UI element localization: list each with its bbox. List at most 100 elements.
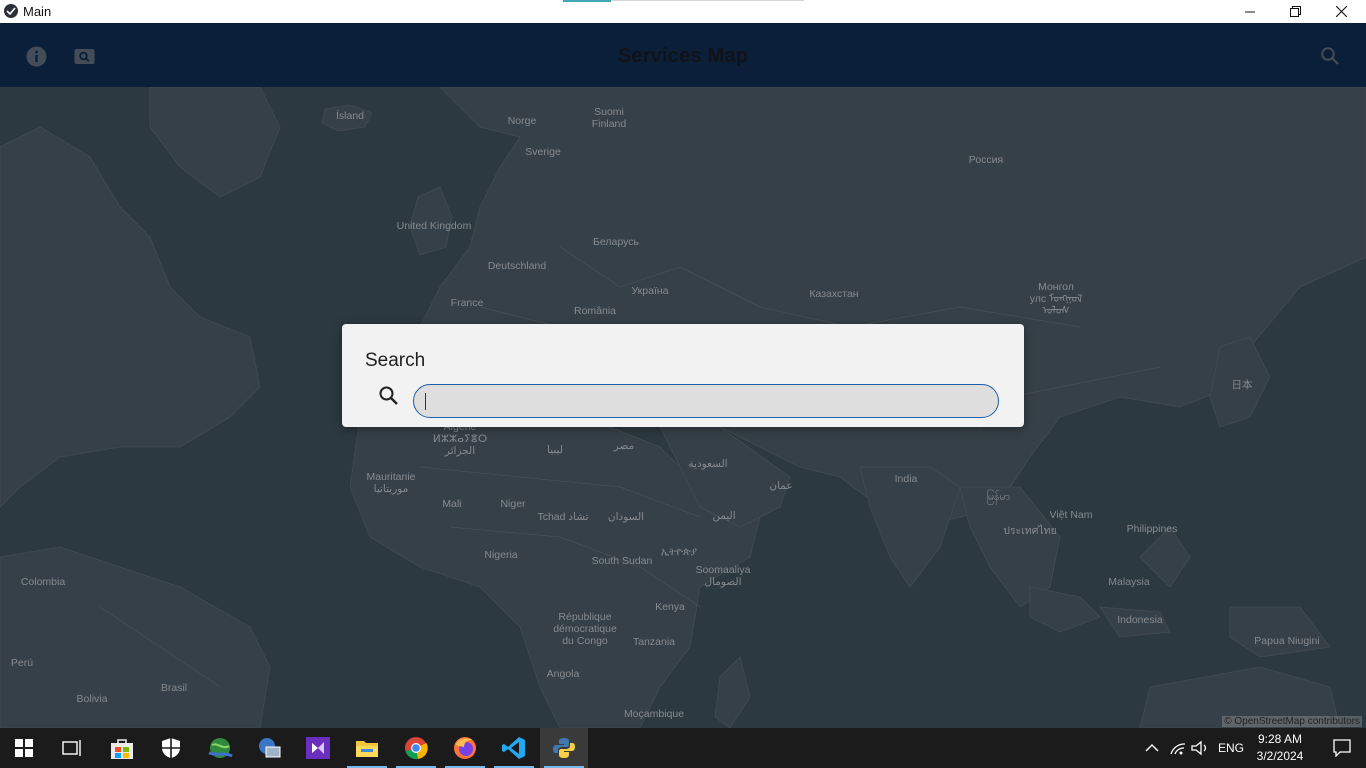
taskbar-store[interactable] [98,728,146,768]
map-label: Sverige [525,146,561,158]
map-label: India [894,473,918,485]
search-button[interactable] [1319,45,1341,67]
microsoft-store-icon [111,739,133,759]
minimize-button[interactable] [1227,0,1273,23]
chrome-icon [405,737,428,760]
map-label: السودان [607,511,645,523]
dialog-title: Search [365,350,426,371]
firefox-icon [454,737,476,759]
vscode-icon [502,737,525,759]
map-label: Perú [10,657,34,669]
python-icon [553,738,575,758]
task-view-button[interactable] [48,728,96,768]
taskbar-network-app[interactable] [196,728,244,768]
map-label: Philippines [1126,523,1178,535]
map-label: Беларусь [593,236,639,248]
map-label: Mali [442,498,462,510]
search-input[interactable] [424,385,988,418]
language-indicator[interactable]: ENG [1218,741,1244,755]
globe-icon [208,738,233,758]
map-label: Ísland [335,110,365,122]
taskbar-security[interactable] [147,728,195,768]
title-accent-line [563,0,611,2]
folder-icon [356,741,378,757]
speaker-icon [1191,740,1207,756]
map-label: South Sudan [591,555,653,567]
map-label: Казахстан [809,288,859,300]
map-label: Angola [546,668,580,680]
map-attribution[interactable]: © OpenStreetMap contributors [1222,716,1362,727]
action-center-button[interactable] [1318,728,1366,768]
taskbar-remote-desktop[interactable] [245,728,293,768]
map-label: Soomaaliya الصومال [695,564,751,588]
map-label: Kenya [655,601,685,613]
restore-button[interactable] [1272,0,1318,23]
map-label: Brasil [160,682,188,694]
map-label: Deutschland [487,260,547,272]
map-label: Malaysia [1108,576,1150,588]
map-label: مصر [613,440,635,452]
map-label: Suomi Finland [591,106,627,130]
search-field[interactable] [413,384,999,418]
map-label: Россия [968,154,1004,166]
network-tray-button[interactable] [1166,728,1190,768]
map-label: ประเทศไทย [1003,525,1057,537]
search-dialog: Search [342,324,1024,427]
map-label: Indonesia [1117,614,1163,626]
taskbar-python[interactable] [540,728,588,768]
map-label: United Kingdom [396,220,472,232]
clock-time[interactable]: 9:28 AM [1250,732,1310,746]
map-label: عمان [769,480,793,492]
clock-date[interactable]: 3/2/2024 [1250,749,1310,763]
taskbar-file-explorer[interactable] [343,728,391,768]
taskbar-visual-studio[interactable] [294,728,342,768]
map-label: Bolivia [76,693,108,705]
map-label: Tanzania [632,636,676,648]
map-label: România [573,305,617,317]
map-label: မြန်မာ [986,491,1010,503]
map-label: ليبيا [547,444,563,456]
map-label: Việt Nam [1049,509,1093,521]
map-label: 日本 [1231,379,1253,391]
map-label: France [450,297,484,309]
map-label: Mauritanie موريتانيا [366,471,416,495]
notification-icon [1333,739,1351,757]
visual-studio-icon [306,737,330,759]
map-label: Papua Niugini [1254,635,1320,647]
close-icon [1335,6,1347,17]
window-title: Main [23,4,52,19]
map-label: ኢትዮጵያ [660,546,698,558]
taskbar-firefox[interactable] [441,728,489,768]
map-label: Tchad تشاد [537,511,589,523]
search-icon [379,386,398,405]
search-icon [1321,47,1339,65]
page-title: Services Map [617,45,749,67]
close-button[interactable] [1318,0,1364,23]
volume-tray-button[interactable] [1188,728,1212,768]
chevron-up-icon [1145,743,1159,752]
minimize-icon [1245,11,1255,12]
remote-desktop-icon [259,738,281,758]
app-header: Services Map [0,23,1366,87]
taskbar-chrome[interactable] [392,728,440,768]
windows-start-icon [15,739,33,757]
shield-icon [162,738,180,758]
map-label: Norge [507,115,537,127]
restore-icon [1289,6,1301,17]
text-caret [425,393,426,410]
map-label: Україна [631,285,669,297]
start-button[interactable] [0,728,48,768]
map-label: Монгол улс ᠮᠣᠩᠭᠣᠯ ᠤᠯᠤᠰ [1029,281,1083,317]
taskbar-vscode[interactable] [490,728,538,768]
map-label: Colombia [20,576,66,588]
map-label: السعودية [688,458,728,470]
title-divider-line [611,0,804,1]
wifi-icon [1170,743,1186,755]
map-label: Nigeria [484,549,518,561]
taskbar: ENG 9:28 AM 3/2/2024 [0,728,1366,768]
map-label: Moçambique [623,708,685,720]
task-view-icon [62,740,81,756]
window-titlebar: Main [0,0,1366,23]
show-hidden-icons-button[interactable] [1140,728,1164,768]
app-icon [4,4,18,18]
